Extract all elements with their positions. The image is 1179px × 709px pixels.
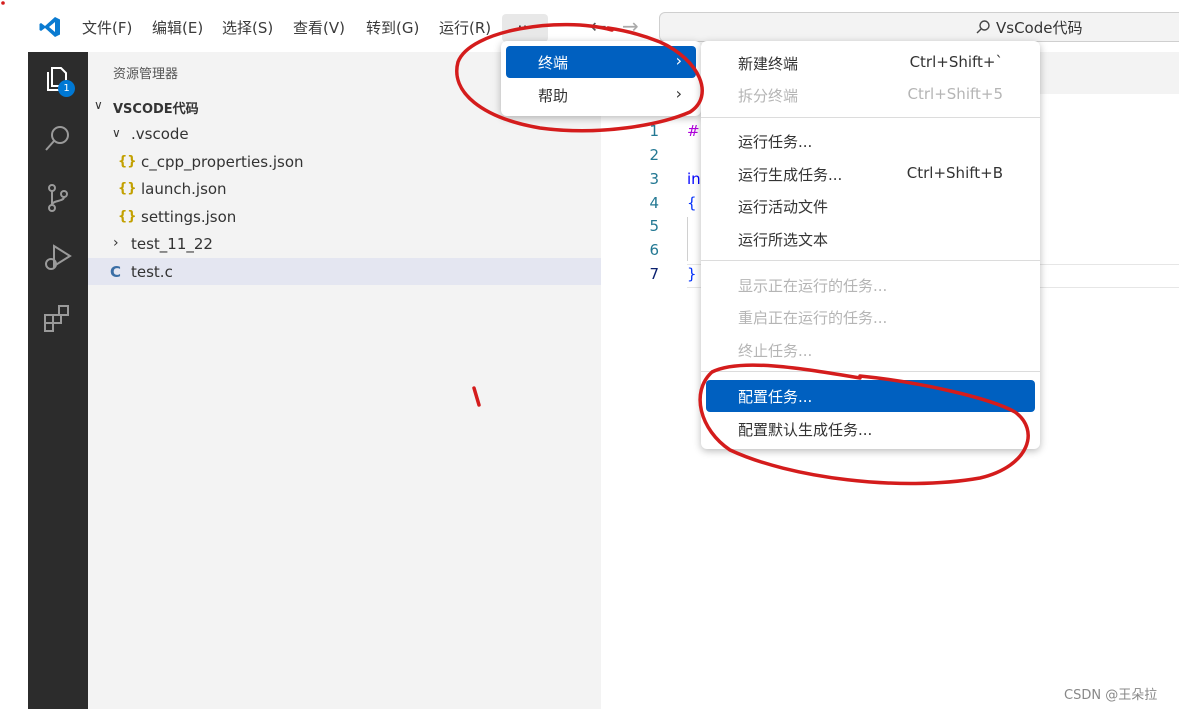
menu-separator xyxy=(701,117,1040,118)
more-dropdown-menu: 终端 › 帮助 › xyxy=(501,41,701,116)
command-center-text: VsCode代码 xyxy=(996,19,1083,37)
menu-item-show-running-tasks[interactable]: 显示正在运行的任务... xyxy=(706,269,1035,301)
menu-item-run-selected-text[interactable]: 运行所选文本 xyxy=(706,223,1035,255)
chevron-down-icon[interactable]: ∨ xyxy=(94,98,103,112)
tree-file-test-c[interactable]: test.c xyxy=(131,263,173,281)
explorer-sidebar xyxy=(88,52,601,709)
menu-view[interactable]: 查看(V) xyxy=(293,17,345,38)
line-number: 4 xyxy=(649,194,659,212)
sidebar-title: 资源管理器 xyxy=(113,67,179,82)
explorer-badge: 1 xyxy=(58,80,75,97)
watermark: CSDN @王朵拉 xyxy=(1064,688,1158,703)
menu-item-run-build-task[interactable]: 运行生成任务... Ctrl+Shift+B xyxy=(706,158,1035,190)
search-icon xyxy=(976,20,990,34)
chevron-right-icon[interactable]: › xyxy=(113,235,119,251)
back-arrow-icon[interactable]: ← xyxy=(590,14,607,38)
menu-item-split-terminal[interactable]: 拆分终端 Ctrl+Shift+5 xyxy=(706,79,1035,111)
page-margin xyxy=(0,0,28,709)
source-control-icon[interactable] xyxy=(42,182,74,214)
run-debug-icon[interactable] xyxy=(42,242,74,274)
menu-item-new-terminal[interactable]: 新建终端 Ctrl+Shift+` xyxy=(706,47,1035,79)
menu-item-terminate-task[interactable]: 终止任务... xyxy=(706,334,1035,366)
menu-item-run-active-file[interactable]: 运行活动文件 xyxy=(706,190,1035,222)
menu-file[interactable]: 文件(F) xyxy=(82,17,132,38)
command-center-search[interactable]: VsCode代码 xyxy=(659,12,1179,42)
line-number: 1 xyxy=(649,122,659,140)
vscode-logo-icon xyxy=(39,17,60,37)
chevron-down-icon[interactable]: ∨ xyxy=(112,126,121,140)
menu-item-help[interactable]: 帮助 › xyxy=(506,79,696,111)
menu-item-run-task[interactable]: 运行任务... xyxy=(706,125,1035,157)
line-number: 5 xyxy=(649,217,659,235)
tree-file-c-cpp-properties[interactable]: c_cpp_properties.json xyxy=(141,153,304,171)
json-icon: {} xyxy=(118,154,137,169)
json-icon: {} xyxy=(118,209,137,224)
chevron-right-icon: › xyxy=(675,51,682,70)
line-number: 2 xyxy=(649,146,659,164)
tree-folder-test-11-22[interactable]: test_11_22 xyxy=(131,235,213,253)
indent-guide xyxy=(687,217,688,261)
tree-folder-vscode[interactable]: .vscode xyxy=(131,125,189,143)
tree-file-settings[interactable]: settings.json xyxy=(141,208,236,226)
line-number: 7 xyxy=(649,265,659,283)
more-menu-button[interactable]: ··· xyxy=(502,14,548,42)
json-icon: {} xyxy=(118,181,137,196)
c-file-icon: C xyxy=(110,263,122,281)
terminal-submenu: 新建终端 Ctrl+Shift+` 拆分终端 Ctrl+Shift+5 运行任务… xyxy=(701,41,1040,449)
menu-item-restart-running-task[interactable]: 重启正在运行的任务... xyxy=(706,301,1035,333)
menu-item-configure-tasks[interactable]: 配置任务... xyxy=(706,380,1035,412)
menu-edit[interactable]: 编辑(E) xyxy=(152,17,203,38)
forward-arrow-icon[interactable]: → xyxy=(622,14,639,38)
menu-separator xyxy=(701,260,1040,261)
line-number: 3 xyxy=(649,170,659,188)
menu-separator xyxy=(701,371,1040,372)
code-line: in xyxy=(687,170,701,188)
extensions-icon[interactable] xyxy=(42,302,74,334)
menu-run[interactable]: 运行(R) xyxy=(439,17,491,38)
activity-bar: 1 xyxy=(28,52,88,709)
menu-item-terminal[interactable]: 终端 › xyxy=(506,46,696,78)
tree-file-launch[interactable]: launch.json xyxy=(141,180,227,198)
line-number: 6 xyxy=(649,241,659,259)
code-line: { xyxy=(687,194,697,212)
code-line: } xyxy=(687,265,697,283)
menu-selection[interactable]: 选择(S) xyxy=(222,17,273,38)
menu-go[interactable]: 转到(G) xyxy=(366,17,419,38)
search-icon[interactable] xyxy=(42,122,74,154)
chevron-right-icon: › xyxy=(675,84,682,103)
workspace-root[interactable]: VSCODE代码 xyxy=(113,98,199,117)
menu-item-configure-default-build-task[interactable]: 配置默认生成任务... xyxy=(706,413,1035,445)
